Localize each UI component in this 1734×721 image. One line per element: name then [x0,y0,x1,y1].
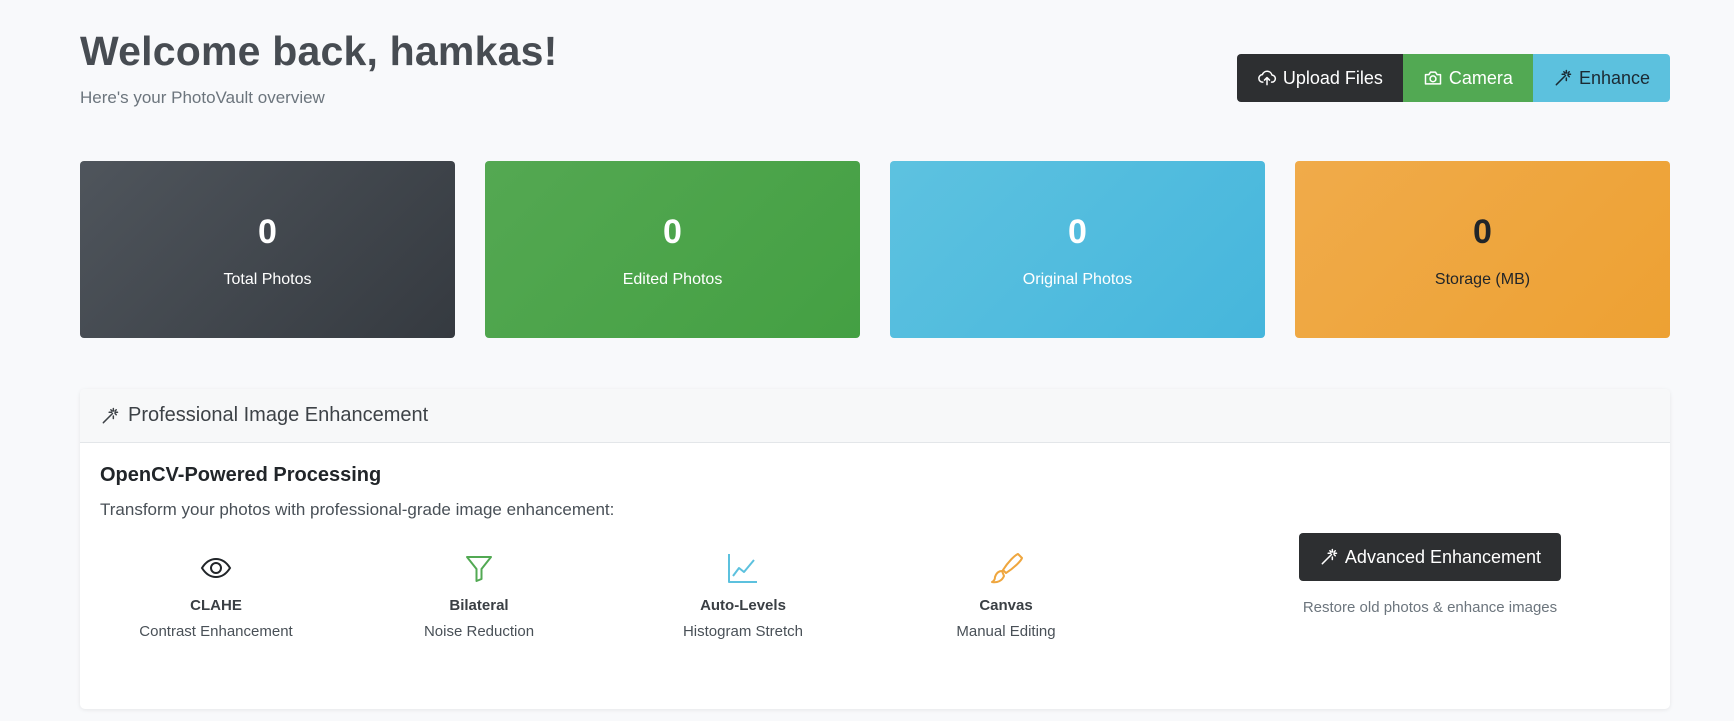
feature-name: Auto-Levels [700,597,786,614]
advanced-enhancement-note: Restore old photos & enhance images [1302,599,1558,616]
feature-auto-levels: Auto-Levels Histogram Stretch [643,551,843,640]
upload-files-label: Upload Files [1282,67,1383,88]
page-subtitle: Here's your PhotoVault overview [80,88,325,107]
stat-value: 0 [1068,213,1087,251]
action-button-group: Upload Files Camera Enhance [1236,54,1670,102]
feature-name: Canvas [979,597,1033,614]
stat-label: Total Photos [223,271,312,288]
camera-icon [1424,71,1442,85]
stat-card-storage: 0 Storage (MB) [1295,161,1670,338]
card-header: Professional Image Enhancement [80,389,1670,443]
section-title: OpenCV-Powered Processing [100,464,382,486]
stats-row: 0 Total Photos 0 Edited Photos 0 Origina… [80,161,1670,338]
advanced-enhancement-button[interactable]: Advanced Enhancement [1298,533,1562,581]
feature-name: CLAHE [190,597,242,614]
camera-button[interactable]: Camera [1402,54,1533,102]
feature-name: Bilateral [449,597,509,614]
stat-label: Edited Photos [622,271,723,288]
upload-files-button[interactable]: Upload Files [1236,54,1403,102]
stat-card-total-photos: 0 Total Photos [80,161,455,338]
camera-label: Camera [1448,67,1513,88]
stat-card-original-photos: 0 Original Photos [890,161,1265,338]
feature-description: Noise Reduction [423,623,535,640]
feature-description: Histogram Stretch [682,623,804,640]
section-description: Transform your photos with professional-… [100,500,615,519]
filter-icon [466,556,492,582]
feature-canvas: Canvas Manual Editing [906,551,1106,640]
advanced-enhancement-label: Advanced Enhancement [1344,546,1542,567]
stat-value: 0 [258,213,277,251]
stat-card-edited-photos: 0 Edited Photos [485,161,860,338]
dashboard: Welcome back, hamkas! Here's your PhotoV… [80,0,1670,709]
stat-label: Original Photos [1022,271,1133,288]
card-body: OpenCV-Powered Processing Transform your… [80,443,1670,709]
feature-bilateral: Bilateral Noise Reduction [379,551,579,640]
stat-label: Storage (MB) [1434,271,1531,288]
magic-wand-icon [1555,69,1572,86]
enhance-label: Enhance [1578,67,1650,88]
advanced-enhancement-section: Advanced Enhancement Restore old photos … [1270,533,1590,616]
feature-clahe: CLAHE Contrast Enhancement [116,551,316,640]
stat-value: 0 [663,213,682,251]
page-title: Welcome back, hamkas! [80,28,558,74]
feature-description: Contrast Enhancement [139,623,293,640]
magic-wand-icon [102,407,119,423]
line-chart-icon [728,554,757,583]
card-header-title: Professional Image Enhancement [128,404,429,426]
magic-wand-icon [1321,548,1338,565]
stat-value: 0 [1473,213,1492,251]
cloud-upload-icon [1257,70,1276,86]
page-header: Welcome back, hamkas! Here's your PhotoV… [80,0,1670,150]
brush-icon [991,553,1023,584]
enhancement-card: Professional Image Enhancement OpenCV-Po… [80,389,1670,709]
eye-icon [200,557,232,579]
feature-description: Manual Editing [956,623,1056,640]
enhance-button[interactable]: Enhance [1532,54,1670,102]
